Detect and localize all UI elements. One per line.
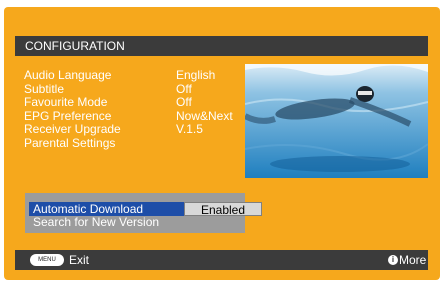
- swimmer-picture: [245, 64, 428, 178]
- exit-label[interactable]: Exit: [69, 250, 89, 270]
- footer-bar: MENU Exit i More: [15, 250, 428, 270]
- value-receiver-upgrade: V.1.5: [176, 122, 203, 136]
- more-label[interactable]: More: [399, 250, 426, 270]
- value-epg-preference: Now&Next: [176, 108, 233, 123]
- settings-values: English Off Off Now&Next V.1.5: [176, 69, 233, 137]
- automatic-download-value[interactable]: Enabled: [184, 202, 262, 217]
- automatic-download-option[interactable]: Automatic Download: [29, 202, 184, 216]
- menu-item-audio-language[interactable]: Audio Language: [24, 69, 121, 83]
- preview-image: [245, 64, 428, 178]
- settings-labels: Audio Language Subtitle Favourite Mode E…: [24, 69, 121, 150]
- menu-item-favourite-mode[interactable]: Favourite Mode: [24, 96, 121, 110]
- page-title: CONFIGURATION: [15, 36, 428, 56]
- value-favourite-mode: Off: [176, 95, 192, 109]
- upgrade-submenu: Automatic Download Enabled Search for Ne…: [25, 193, 262, 233]
- search-new-version-option[interactable]: Search for New Version: [29, 215, 159, 229]
- value-subtitle: Off: [176, 81, 192, 96]
- menu-item-parental-settings[interactable]: Parental Settings: [24, 136, 121, 151]
- menu-item-epg-preference[interactable]: EPG Preference: [24, 109, 121, 124]
- value-audio-language: English: [176, 68, 216, 82]
- menu-item-subtitle[interactable]: Subtitle: [24, 82, 121, 97]
- menu-key-icon: MENU: [30, 254, 64, 266]
- menu-item-receiver-upgrade[interactable]: Receiver Upgrade: [24, 123, 121, 137]
- info-icon: i: [388, 255, 398, 265]
